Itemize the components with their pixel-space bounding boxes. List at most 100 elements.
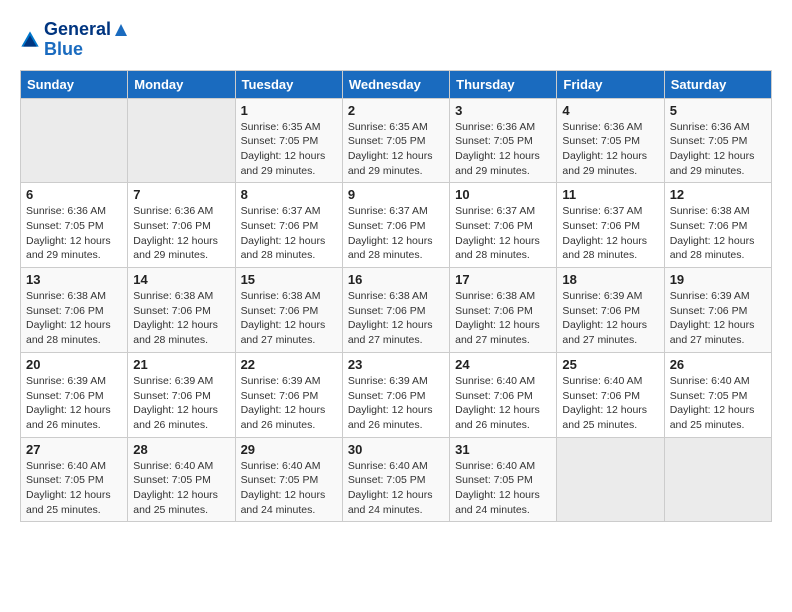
day-info: Sunrise: 6:36 AM Sunset: 7:06 PM Dayligh… xyxy=(133,204,229,263)
day-number: 20 xyxy=(26,357,122,372)
day-number: 15 xyxy=(241,272,337,287)
week-row-2: 6Sunrise: 6:36 AM Sunset: 7:05 PM Daylig… xyxy=(21,183,772,268)
calendar-cell: 20 Sunrise: 6:39 AM Sunset: 7:06 PM Dayli… xyxy=(21,352,128,437)
calendar-cell: 31 Sunrise: 6:40 AM Sunset: 7:05 PM Dayli… xyxy=(450,437,557,522)
calendar-cell: 24 Sunrise: 6:40 AM Sunset: 7:06 PM Dayli… xyxy=(450,352,557,437)
calendar-cell: 2 Sunrise: 6:35 AM Sunset: 7:05 PM Daylig… xyxy=(342,98,449,183)
calendar-cell: 3 Sunrise: 6:36 AM Sunset: 7:05 PM Daylig… xyxy=(450,98,557,183)
day-number: 17 xyxy=(455,272,551,287)
day-info: Sunrise: 6:36 AM Sunset: 7:05 PM Dayligh… xyxy=(455,120,551,179)
day-info: Sunrise: 6:38 AM Sunset: 7:06 PM Dayligh… xyxy=(670,204,766,263)
day-header-wednesday: Wednesday xyxy=(342,70,449,98)
day-info: Sunrise: 6:38 AM Sunset: 7:06 PM Dayligh… xyxy=(26,289,122,348)
day-number: 16 xyxy=(348,272,444,287)
day-info: Sunrise: 6:39 AM Sunset: 7:06 PM Dayligh… xyxy=(241,374,337,433)
calendar-cell: 4 Sunrise: 6:36 AM Sunset: 7:05 PM Daylig… xyxy=(557,98,664,183)
day-info: Sunrise: 6:35 AM Sunset: 7:05 PM Dayligh… xyxy=(241,120,337,179)
day-number: 11 xyxy=(562,187,658,202)
calendar-cell: 29Sunrise: 6:40 AM Sunset: 7:05 PM Dayli… xyxy=(235,437,342,522)
day-number: 18 xyxy=(562,272,658,287)
calendar-cell: 11 Sunrise: 6:37 AM Sunset: 7:06 PM Dayli… xyxy=(557,183,664,268)
calendar-cell xyxy=(21,98,128,183)
day-info: Sunrise: 6:40 AM Sunset: 7:05 PM Dayligh… xyxy=(455,459,551,518)
day-number: 13 xyxy=(26,272,122,287)
calendar-cell: 17 Sunrise: 6:38 AM Sunset: 7:06 PM Dayli… xyxy=(450,268,557,353)
day-info: Sunrise: 6:36 AM Sunset: 7:05 PM Dayligh… xyxy=(562,120,658,179)
calendar-cell: 28 Sunrise: 6:40 AM Sunset: 7:05 PM Dayli… xyxy=(128,437,235,522)
calendar-cell: 22 Sunrise: 6:39 AM Sunset: 7:06 PM Dayli… xyxy=(235,352,342,437)
day-number: 25 xyxy=(562,357,658,372)
day-info: Sunrise: 6:37 AM Sunset: 7:06 PM Dayligh… xyxy=(241,204,337,263)
day-number: 26 xyxy=(670,357,766,372)
days-header-row: SundayMondayTuesdayWednesdayThursdayFrid… xyxy=(21,70,772,98)
day-number: 3 xyxy=(455,103,551,118)
day-info: Sunrise: 6:38 AM Sunset: 7:06 PM Dayligh… xyxy=(455,289,551,348)
day-number: 12 xyxy=(670,187,766,202)
calendar-cell: 1Sunrise: 6:35 AM Sunset: 7:05 PM Daylig… xyxy=(235,98,342,183)
day-number: 10 xyxy=(455,187,551,202)
day-header-friday: Friday xyxy=(557,70,664,98)
calendar-cell: 30 Sunrise: 6:40 AM Sunset: 7:05 PM Dayli… xyxy=(342,437,449,522)
calendar-cell: 27 Sunrise: 6:40 AM Sunset: 7:05 PM Dayli… xyxy=(21,437,128,522)
calendar-table: SundayMondayTuesdayWednesdayThursdayFrid… xyxy=(20,70,772,523)
logo-blue: Blue xyxy=(44,39,83,59)
day-info: Sunrise: 6:37 AM Sunset: 7:06 PM Dayligh… xyxy=(455,204,551,263)
day-info: Sunrise: 6:39 AM Sunset: 7:06 PM Dayligh… xyxy=(562,289,658,348)
day-number: 4 xyxy=(562,103,658,118)
day-info: Sunrise: 6:38 AM Sunset: 7:06 PM Dayligh… xyxy=(133,289,229,348)
calendar-cell: 15Sunrise: 6:38 AM Sunset: 7:06 PM Dayli… xyxy=(235,268,342,353)
day-info: Sunrise: 6:39 AM Sunset: 7:06 PM Dayligh… xyxy=(670,289,766,348)
logo: GeneralBlue xyxy=(20,20,131,60)
calendar-cell: 25Sunrise: 6:40 AM Sunset: 7:06 PM Dayli… xyxy=(557,352,664,437)
day-header-sunday: Sunday xyxy=(21,70,128,98)
calendar-cell: 5Sunrise: 6:36 AM Sunset: 7:05 PM Daylig… xyxy=(664,98,771,183)
day-number: 31 xyxy=(455,442,551,457)
day-info: Sunrise: 6:40 AM Sunset: 7:05 PM Dayligh… xyxy=(241,459,337,518)
day-number: 23 xyxy=(348,357,444,372)
week-row-1: 1Sunrise: 6:35 AM Sunset: 7:05 PM Daylig… xyxy=(21,98,772,183)
day-number: 28 xyxy=(133,442,229,457)
logo-text: GeneralBlue xyxy=(44,20,131,60)
calendar-cell: 21 Sunrise: 6:39 AM Sunset: 7:06 PM Dayli… xyxy=(128,352,235,437)
day-number: 27 xyxy=(26,442,122,457)
calendar-cell: 9Sunrise: 6:37 AM Sunset: 7:06 PM Daylig… xyxy=(342,183,449,268)
day-number: 30 xyxy=(348,442,444,457)
day-info: Sunrise: 6:39 AM Sunset: 7:06 PM Dayligh… xyxy=(348,374,444,433)
day-info: Sunrise: 6:37 AM Sunset: 7:06 PM Dayligh… xyxy=(562,204,658,263)
day-header-saturday: Saturday xyxy=(664,70,771,98)
page-header: GeneralBlue xyxy=(20,20,772,60)
calendar-cell xyxy=(128,98,235,183)
day-number: 2 xyxy=(348,103,444,118)
calendar-cell: 23 Sunrise: 6:39 AM Sunset: 7:06 PM Dayli… xyxy=(342,352,449,437)
day-number: 24 xyxy=(455,357,551,372)
calendar-cell: 16 Sunrise: 6:38 AM Sunset: 7:06 PM Dayli… xyxy=(342,268,449,353)
day-info: Sunrise: 6:40 AM Sunset: 7:05 PM Dayligh… xyxy=(348,459,444,518)
day-number: 21 xyxy=(133,357,229,372)
day-info: Sunrise: 6:40 AM Sunset: 7:05 PM Dayligh… xyxy=(26,459,122,518)
calendar-cell xyxy=(557,437,664,522)
day-info: Sunrise: 6:38 AM Sunset: 7:06 PM Dayligh… xyxy=(348,289,444,348)
day-header-tuesday: Tuesday xyxy=(235,70,342,98)
day-number: 8 xyxy=(241,187,337,202)
week-row-4: 20 Sunrise: 6:39 AM Sunset: 7:06 PM Dayli… xyxy=(21,352,772,437)
day-info: Sunrise: 6:40 AM Sunset: 7:05 PM Dayligh… xyxy=(133,459,229,518)
day-info: Sunrise: 6:40 AM Sunset: 7:06 PM Dayligh… xyxy=(455,374,551,433)
day-header-monday: Monday xyxy=(128,70,235,98)
day-header-thursday: Thursday xyxy=(450,70,557,98)
day-info: Sunrise: 6:35 AM Sunset: 7:05 PM Dayligh… xyxy=(348,120,444,179)
day-number: 14 xyxy=(133,272,229,287)
calendar-cell: 13 Sunrise: 6:38 AM Sunset: 7:06 PM Dayli… xyxy=(21,268,128,353)
day-number: 6 xyxy=(26,187,122,202)
logo-icon xyxy=(20,30,40,50)
day-number: 22 xyxy=(241,357,337,372)
day-number: 9 xyxy=(348,187,444,202)
calendar-cell xyxy=(664,437,771,522)
calendar-cell: 10 Sunrise: 6:37 AM Sunset: 7:06 PM Dayli… xyxy=(450,183,557,268)
calendar-cell: 6Sunrise: 6:36 AM Sunset: 7:05 PM Daylig… xyxy=(21,183,128,268)
day-info: Sunrise: 6:39 AM Sunset: 7:06 PM Dayligh… xyxy=(26,374,122,433)
calendar-cell: 26Sunrise: 6:40 AM Sunset: 7:05 PM Dayli… xyxy=(664,352,771,437)
day-number: 19 xyxy=(670,272,766,287)
calendar-cell: 8 Sunrise: 6:37 AM Sunset: 7:06 PM Daylig… xyxy=(235,183,342,268)
day-number: 5 xyxy=(670,103,766,118)
day-info: Sunrise: 6:39 AM Sunset: 7:06 PM Dayligh… xyxy=(133,374,229,433)
